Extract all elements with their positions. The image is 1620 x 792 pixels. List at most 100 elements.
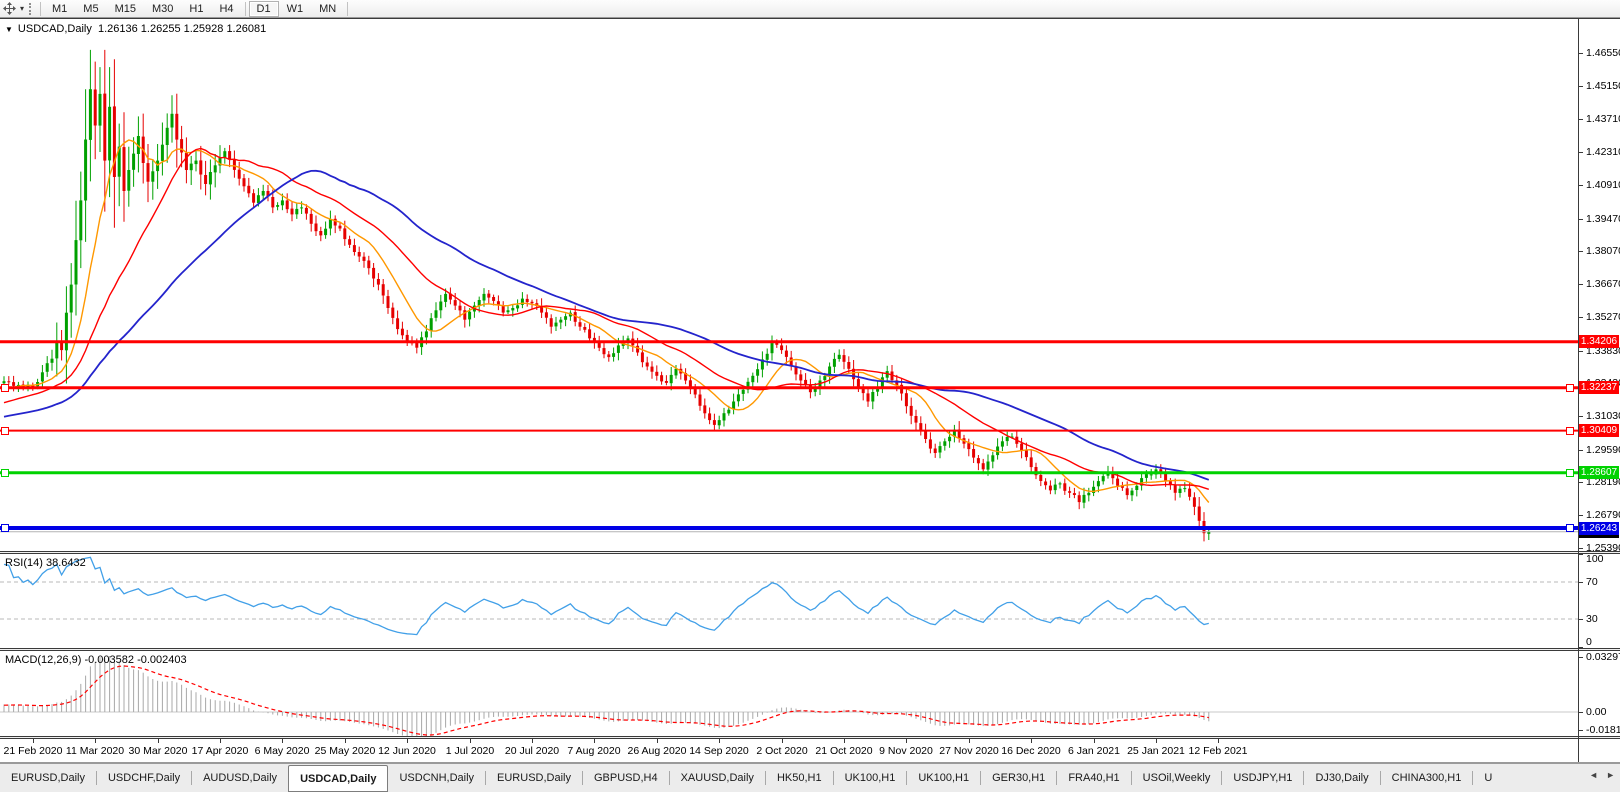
tab-eurusd-daily[interactable]: EURUSD,Daily [486,764,582,792]
time-tick [657,739,658,743]
time-tick-label: 12 Feb 2021 [1188,745,1248,757]
price-tick-label: 1.42310 [1586,146,1620,158]
time-axis[interactable]: 21 Feb 2020 11 Mar 2020 30 Mar 2020 17 Apr … [0,739,1620,762]
toolbar-grip[interactable] [29,2,32,15]
hline-handle[interactable] [1566,524,1574,532]
time-tick-label: 25 May 2020 [314,745,376,757]
tab-eurusd-daily[interactable]: EURUSD,Daily [0,764,96,792]
tab-usdchf-daily[interactable]: USDCHF,Daily [97,764,191,792]
hline-handle[interactable] [1,524,9,532]
timeframe-button-h4[interactable]: H4 [211,1,241,17]
time-tick [220,739,221,743]
time-tick-label: 6 May 2020 [254,745,310,757]
time-tick [594,739,595,743]
price-tick-label: 1.43710 [1586,113,1620,125]
tab-usoil-weekly[interactable]: USOil,Weekly [1132,764,1222,792]
price-tick [1579,317,1583,318]
panel-separator [0,551,1620,552]
rsi-tick [1579,582,1583,583]
tab-usdcad-daily[interactable]: USDCAD,Daily [288,765,389,792]
price-tick-label: 1.35270 [1586,311,1620,323]
toolbar-separator [40,1,42,16]
price-tick [1579,515,1583,516]
price-tick [1579,185,1583,186]
cursor-dropdown-caret-icon[interactable]: ▾ [20,4,24,13]
timeframe-button-m5[interactable]: M5 [75,1,106,17]
hline-handle[interactable] [1,427,9,435]
tab-u[interactable]: U [1473,764,1503,792]
time-tick [782,739,783,743]
tab-ger30-h1[interactable]: GER30,H1 [981,764,1056,792]
tab-dj30-daily[interactable]: DJ30,Daily [1304,764,1379,792]
timeframe-button-d1[interactable]: D1 [248,0,279,17]
time-tick [345,739,346,743]
price-tick [1579,152,1583,153]
tab-uk100-h1[interactable]: UK100,H1 [834,764,907,792]
timeframe-button-m1[interactable]: M1 [44,1,75,17]
macd-plot[interactable] [0,651,1578,736]
price-chart-panel[interactable]: ▼ USDCAD,Daily 1.26136 1.26255 1.25928 1… [0,19,1620,551]
macd-tick [1579,657,1583,658]
top-toolbar: ▾ M1 M5 M15 M30 H1 H4 D1 W1 MN [0,0,1620,18]
price-tick [1579,482,1583,483]
panel-separator [0,650,1620,651]
rsi-tick-label: 0 [1586,636,1592,648]
hline-price-tag: 1.30409 [1579,424,1619,437]
hline-handle[interactable] [1566,469,1574,477]
price-tick [1579,53,1583,54]
tab-fra40-h1[interactable]: FRA40,H1 [1057,764,1130,792]
timeframe-button-w1[interactable]: W1 [279,1,312,17]
price-tick-label: 1.40910 [1586,179,1620,191]
hline-handle[interactable] [1,469,9,477]
hline-handle[interactable] [1,384,9,392]
tab-uk100-h1[interactable]: UK100,H1 [907,764,980,792]
hline-handle[interactable] [1566,427,1574,435]
hline-price-tag: 1.28607 [1579,466,1619,479]
timeframe-button-m30[interactable]: M30 [144,1,181,17]
tab-scroll-right-icon[interactable]: ► [1603,768,1618,782]
timeframe-button-m15[interactable]: M15 [107,1,144,17]
time-tick-label: 26 Aug 2020 [627,745,687,757]
price-tick [1579,450,1583,451]
hline-handle[interactable] [1566,384,1574,392]
macd-tick-label: 0.032972 [1586,651,1620,663]
tab-usdcnh-daily[interactable]: USDCNH,Daily [388,764,485,792]
cursor-tool-button[interactable] [3,2,16,15]
time-tick [1156,739,1157,743]
price-tick-label: 1.39470 [1586,213,1620,225]
time-tick [719,739,720,743]
time-tick-label: 16 Dec 2020 [1001,745,1061,757]
time-tick [470,739,471,743]
move-cursor-icon [3,2,16,15]
timeframe-button-mn[interactable]: MN [311,1,344,17]
candlestick-chart[interactable] [0,19,1578,551]
hline-price-tag: 1.26243 [1579,522,1619,535]
tab-hk50-h1[interactable]: HK50,H1 [766,764,833,792]
time-tick-label: 20 Jul 2020 [504,745,560,757]
time-tick-label: 25 Jan 2021 [1127,745,1185,757]
time-tick-label: 21 Feb 2020 [3,745,63,757]
panel-separator [0,762,1620,763]
price-tick [1579,416,1583,417]
macd-tick [1579,712,1583,713]
tab-gbpusd-h4[interactable]: GBPUSD,H4 [583,764,669,792]
time-tick-label: 30 Mar 2020 [128,745,188,757]
tab-scroll-left-icon[interactable]: ◄ [1586,768,1601,782]
tab-usdjpy-h1[interactable]: USDJPY,H1 [1222,764,1303,792]
time-tick-label: 12 Jun 2020 [378,745,436,757]
tab-china300-h1[interactable]: CHINA300,H1 [1381,764,1473,792]
tab-scroll-arrows: ◄ ► [1586,768,1618,782]
price-tick-label: 1.31030 [1586,410,1620,422]
symbol-dropdown-icon[interactable]: ▼ [5,25,13,34]
price-tick-label: 1.46550 [1586,47,1620,59]
macd-indicator-panel[interactable]: MACD(12,26,9) -0.003582 -0.002403 [0,651,1620,736]
tab-xauusd-daily[interactable]: XAUUSD,Daily [670,764,765,792]
price-tick [1579,284,1583,285]
tab-audusd-daily[interactable]: AUDUSD,Daily [192,764,288,792]
rsi-indicator-panel[interactable]: RSI(14) 38.6432 [0,554,1620,648]
panel-separator [0,18,1620,19]
rsi-plot[interactable] [0,554,1578,648]
price-tick [1579,251,1583,252]
time-tick [407,739,408,743]
timeframe-button-h1[interactable]: H1 [181,1,211,17]
